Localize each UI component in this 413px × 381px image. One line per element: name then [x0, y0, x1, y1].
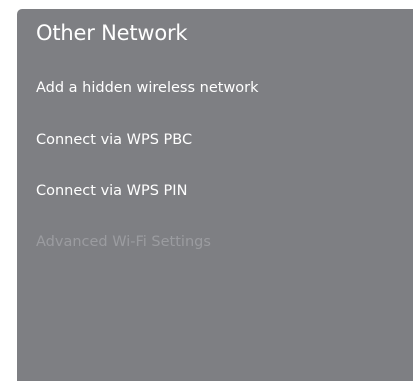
menu-item-connect-wps-pin[interactable]: Connect via WPS PIN — [36, 183, 187, 199]
other-network-panel: Other Network Add a hidden wireless netw… — [17, 9, 413, 381]
menu-item-advanced-wifi-settings: Advanced Wi-Fi Settings — [36, 234, 211, 250]
menu-item-add-hidden-network[interactable]: Add a hidden wireless network — [36, 80, 259, 96]
panel-title: Other Network — [36, 21, 188, 45]
menu-item-connect-wps-pbc[interactable]: Connect via WPS PBC — [36, 132, 192, 148]
